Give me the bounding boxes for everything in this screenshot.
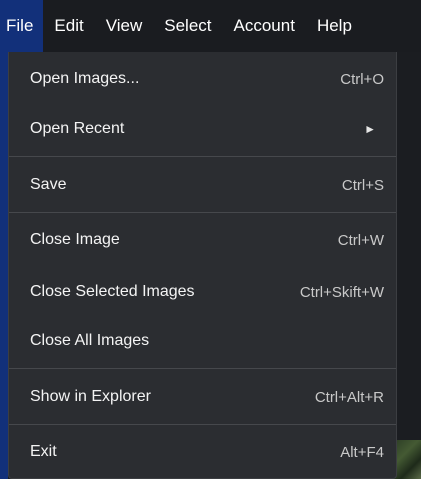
menu-item-shortcut: Ctrl+Skift+W (299, 283, 384, 301)
app-window: File Edit View Select Account Help Open … (0, 0, 421, 479)
menu-item-label: Exit (30, 443, 57, 460)
menu-item-save[interactable]: Save Ctrl+S (9, 167, 396, 203)
menu-item-close-image[interactable]: Close Image Ctrl+W (9, 222, 396, 258)
menu-select[interactable]: Select (153, 0, 222, 52)
menu-item-shortcut: Ctrl+S (341, 176, 384, 194)
menu-item-shortcut: Alt+F4 (340, 443, 384, 461)
menu-bar: File Edit View Select Account Help (0, 0, 421, 52)
menu-item-label: Open Images... (30, 70, 140, 87)
menu-item-label: Save (30, 176, 67, 193)
menu-item-open-recent[interactable]: Open Recent ► (9, 111, 396, 147)
menu-item-shortcut: Ctrl+O (340, 70, 384, 88)
window-left-edge (0, 52, 8, 479)
menu-item-shortcut: Ctrl+W (337, 231, 384, 249)
menu-item-label: Close Selected Images (30, 283, 195, 300)
menu-item-label: Close Image (30, 231, 120, 248)
menu-file[interactable]: File (0, 0, 44, 52)
menu-account[interactable]: Account (223, 0, 306, 52)
menu-item-label: Show in Explorer (30, 388, 151, 405)
menu-edit[interactable]: Edit (43, 0, 94, 52)
menu-separator (9, 368, 396, 369)
file-menu-dropdown: Open Images... Ctrl+O Open Recent ► Save… (8, 52, 397, 479)
menu-item-show-in-explorer[interactable]: Show in Explorer Ctrl+Alt+R (9, 379, 396, 415)
menu-item-exit[interactable]: Exit Alt+F4 (9, 434, 396, 470)
menu-separator (9, 156, 396, 157)
submenu-arrow-icon: ► (364, 122, 376, 136)
menu-view[interactable]: View (95, 0, 154, 52)
menu-help[interactable]: Help (306, 0, 363, 52)
menu-item-close-all-images[interactable]: Close All Images (9, 323, 396, 359)
menu-item-open-images[interactable]: Open Images... Ctrl+O (9, 61, 396, 97)
menu-item-close-selected-images[interactable]: Close Selected Images Ctrl+Skift+W (9, 274, 396, 310)
menu-separator (9, 424, 396, 425)
menu-separator (9, 212, 396, 213)
menu-item-label: Open Recent (30, 120, 125, 137)
menu-item-shortcut: Ctrl+Alt+R (314, 388, 384, 406)
menu-item-label: Close All Images (30, 332, 150, 349)
